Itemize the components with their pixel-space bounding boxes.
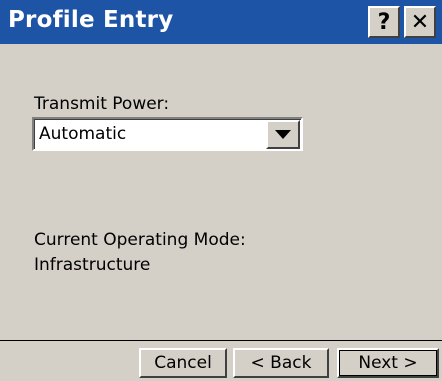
transmit-power-value: Automatic [39,124,127,144]
next-button[interactable]: Next > [337,348,439,378]
operating-mode-label: Current Operating Mode: [34,230,246,250]
dropdown-button[interactable] [266,120,300,149]
close-icon: ✕ [410,9,430,35]
transmit-power-label: Transmit Power: [34,94,170,114]
divider [0,340,442,341]
chevron-down-icon [275,130,291,139]
title-bar: Profile Entry ? ✕ [0,0,442,44]
transmit-power-select[interactable]: Automatic [32,117,303,151]
window-title: Profile Entry [8,7,174,33]
cancel-button[interactable]: Cancel [139,348,227,378]
close-button[interactable]: ✕ [404,6,436,38]
dialog-window: Profile Entry ? ✕ Transmit Power: Automa… [0,0,442,381]
back-button[interactable]: < Back [233,348,329,378]
help-button[interactable]: ? [368,6,400,38]
help-icon: ? [377,9,391,35]
operating-mode-value: Infrastructure [34,255,151,275]
